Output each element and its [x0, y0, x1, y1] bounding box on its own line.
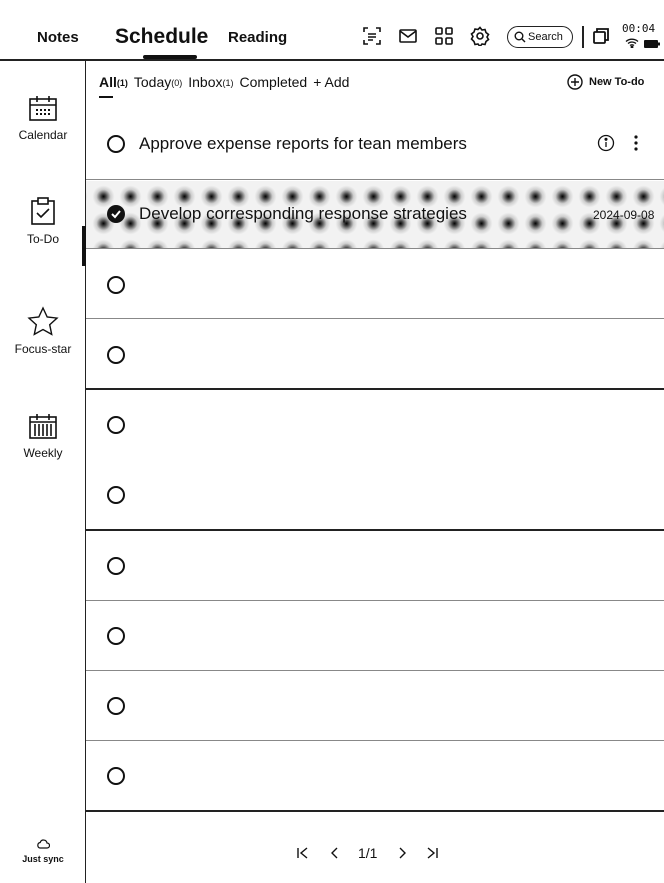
- task-checkbox-checked[interactable]: [107, 205, 125, 223]
- task-row-empty[interactable]: [86, 319, 664, 389]
- sidebar-item-label: Calendar: [18, 128, 68, 142]
- new-todo-label: New To-do: [589, 76, 645, 88]
- sidebar-item-label: Focus-star: [14, 342, 72, 356]
- search-label: Search: [528, 31, 563, 43]
- task-row-empty[interactable]: [86, 249, 664, 319]
- task-checkbox[interactable]: [107, 486, 125, 504]
- sync-button[interactable]: Just sync: [0, 838, 86, 864]
- weekly-icon: [29, 414, 57, 439]
- sidebar-item-label: Weekly: [23, 446, 63, 460]
- settings-icon[interactable]: [470, 26, 490, 46]
- task-checkbox[interactable]: [107, 557, 125, 575]
- task-row-empty[interactable]: [86, 390, 664, 460]
- task-title: Develop corresponding response strategie…: [139, 204, 467, 223]
- new-todo-button[interactable]: New To-do: [567, 74, 644, 90]
- filter-all[interactable]: All(1): [99, 74, 128, 98]
- first-page-icon[interactable]: [296, 846, 310, 860]
- task-checkbox[interactable]: [107, 767, 125, 785]
- task-row-empty[interactable]: [86, 531, 664, 600]
- tab-schedule[interactable]: Schedule: [115, 25, 208, 49]
- filter-inbox-label: Inbox: [188, 74, 223, 90]
- previous-page-icon[interactable]: [328, 846, 342, 860]
- search-icon: [514, 31, 526, 43]
- search-button[interactable]: Search: [507, 26, 573, 48]
- sidebar-item-calendar[interactable]: Calendar: [0, 94, 86, 142]
- top-bar: Notes Schedule Reading Search 00:04: [0, 0, 664, 61]
- task-row-completed[interactable]: Develop corresponding response strategie…: [86, 181, 664, 248]
- mail-icon[interactable]: [398, 26, 418, 46]
- window-icon[interactable]: [591, 26, 611, 46]
- todo-icon: [31, 197, 55, 225]
- task-checkbox[interactable]: [107, 627, 125, 645]
- filter-all-count: (1): [116, 78, 128, 88]
- add-filter-button[interactable]: + Add: [313, 74, 349, 90]
- calendar-icon: [29, 96, 57, 121]
- filter-bar: All(1) Today(0) Inbox(1) Completed + Add: [99, 74, 355, 98]
- sidebar-item-todo[interactable]: To-Do: [0, 196, 86, 246]
- wifi-icon: [625, 38, 639, 48]
- apps-icon[interactable]: [434, 26, 454, 46]
- pagination: 1/1: [296, 845, 439, 861]
- task-checkbox[interactable]: [107, 416, 125, 434]
- plus-circle-icon: [567, 74, 583, 90]
- info-icon[interactable]: [597, 134, 615, 152]
- filter-today-count: (0): [171, 78, 183, 88]
- tab-notes[interactable]: Notes: [37, 29, 79, 46]
- task-checkbox[interactable]: [107, 346, 125, 364]
- cloud-icon: [37, 839, 50, 849]
- task-checkbox[interactable]: [107, 276, 125, 294]
- task-row-empty[interactable]: [86, 741, 664, 810]
- last-page-icon[interactable]: [425, 846, 439, 860]
- sidebar-item-weekly[interactable]: Weekly: [0, 412, 86, 460]
- filter-completed[interactable]: Completed: [240, 74, 308, 90]
- sidebar-item-focus-star[interactable]: Focus-star: [0, 306, 86, 356]
- filter-inbox-count: (1): [222, 78, 234, 88]
- task-title: Approve expense reports for tean members: [139, 134, 467, 153]
- row-divider: [86, 179, 664, 180]
- task-row-empty[interactable]: [86, 671, 664, 740]
- next-page-icon[interactable]: [395, 846, 409, 860]
- star-icon: [27, 306, 59, 336]
- page-indicator: 1/1: [358, 845, 378, 861]
- sidebar-item-label: To-Do: [26, 232, 59, 246]
- filter-inbox[interactable]: Inbox(1): [188, 74, 233, 90]
- active-tab-indicator: [143, 55, 197, 59]
- battery-icon: [644, 40, 660, 48]
- task-checkbox[interactable]: [107, 135, 125, 153]
- task-row-empty[interactable]: [86, 460, 664, 530]
- task-row[interactable]: Approve expense reports for tean members: [86, 109, 664, 179]
- filter-today-label: Today: [133, 74, 172, 90]
- scan-icon[interactable]: [362, 26, 382, 46]
- task-checkbox[interactable]: [107, 697, 125, 715]
- filter-active-underline: [99, 96, 113, 98]
- section-divider: [86, 810, 664, 812]
- filter-all-label: All: [99, 74, 117, 90]
- sync-label: Just sync: [22, 854, 64, 864]
- check-icon: [111, 210, 121, 219]
- filter-today[interactable]: Today(0): [134, 74, 182, 90]
- separator: [582, 26, 584, 48]
- more-icon[interactable]: [633, 134, 639, 152]
- tab-reading[interactable]: Reading: [228, 29, 287, 46]
- sidebar: Calendar To-Do Focus-star Weekly Just sy…: [0, 61, 86, 883]
- task-date: 2024-09-08: [593, 208, 655, 222]
- task-row-empty[interactable]: [86, 601, 664, 670]
- clock: 00:04: [622, 22, 656, 35]
